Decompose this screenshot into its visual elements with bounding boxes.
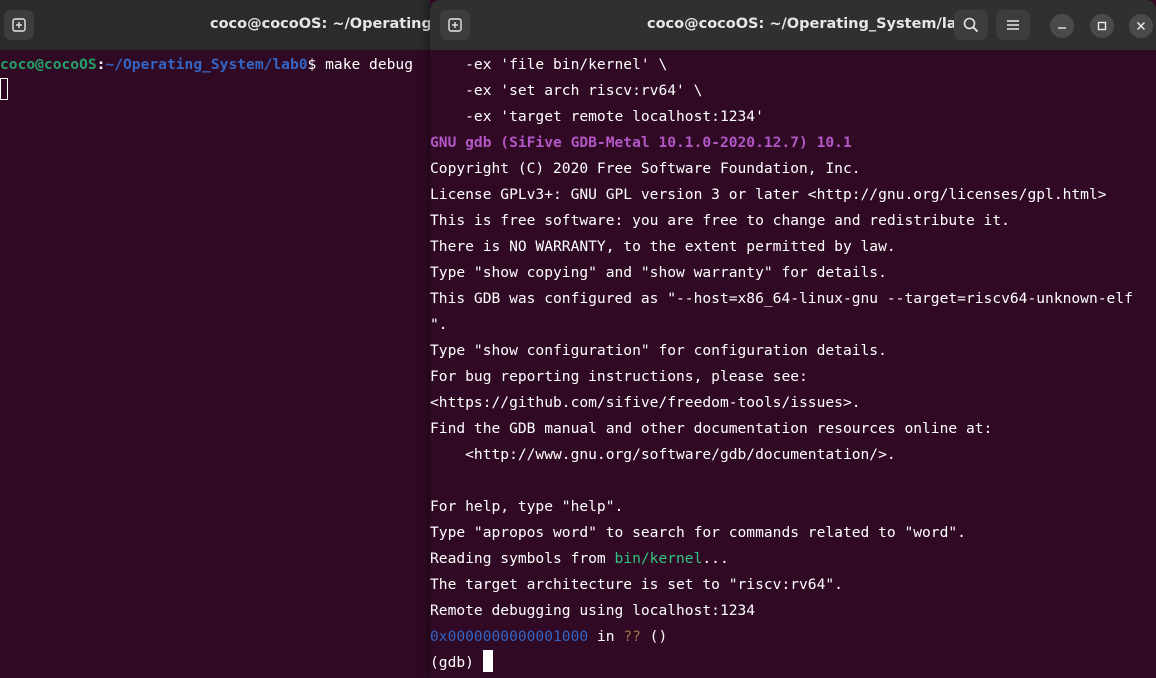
close-icon (1136, 21, 1146, 31)
output-line: ". (430, 316, 448, 333)
minimize-icon (1058, 27, 1066, 29)
terminal-window-left: coco@cocoOS: ~/Operating_Sys coco@cocoOS… (0, 0, 432, 678)
menu-button[interactable] (996, 10, 1030, 40)
output-line: Find the GDB manual and other documentat… (430, 420, 993, 437)
output-line: There is NO WARRANTY, to the extent perm… (430, 238, 896, 255)
output-line: -ex 'target remote localhost:1234' (430, 108, 764, 125)
output-line: For help, type "help". (430, 498, 624, 515)
terminal-output-right[interactable]: -ex 'file bin/kernel' \ -ex 'set arch ri… (430, 52, 1156, 678)
output-line: Copyright (C) 2020 Free Software Foundat… (430, 160, 861, 177)
output-line: This is free software: you are free to c… (430, 212, 1010, 229)
new-tab-button-right[interactable] (440, 10, 470, 40)
close-button[interactable] (1129, 14, 1153, 38)
shell-prompt-line: coco@cocoOS:~/Operating_System/lab0$ mak… (0, 52, 432, 78)
search-icon (963, 17, 979, 33)
output-line: Type "show copying" and "show warranty" … (430, 264, 887, 281)
gdb-version-line: GNU gdb (SiFive GDB-Metal 10.1.0-2020.12… (430, 134, 852, 151)
titlebar-right: coco@cocoOS: ~/Operating_System/lab0 (430, 0, 1156, 50)
stack-frame-line: 0x0000000000001000 in ?? () (430, 624, 1156, 650)
frame-in: in (588, 628, 624, 645)
output-line: -ex 'file bin/kernel' \ (430, 56, 668, 73)
output-line: Type "show configuration" for configurat… (430, 342, 887, 359)
terminal-window-right: coco@cocoOS: ~/Operating_System/lab0 -ex… (430, 0, 1156, 678)
gdb-prompt-line: (gdb) (430, 650, 1156, 676)
window-title-right: coco@cocoOS: ~/Operating_System/lab0 (647, 16, 978, 32)
output-line: <http://www.gnu.org/software/gdb/documen… (430, 446, 896, 463)
new-tab-icon (12, 18, 26, 32)
maximize-icon (1097, 21, 1107, 31)
prompt-user: coco@cocoOS (0, 56, 97, 73)
new-tab-icon (448, 18, 462, 32)
frame-args: () (640, 628, 668, 645)
reading-prefix: Reading symbols from (430, 550, 615, 567)
reading-suffix: ... (702, 550, 729, 567)
prompt-command: make debug (316, 56, 413, 73)
output-line: This GDB was configured as "--host=x86_6… (430, 290, 1133, 307)
text-cursor-left (0, 78, 8, 100)
kernel-file: bin/kernel (614, 550, 703, 567)
gdb-prompt: (gdb) (430, 654, 483, 671)
frame-function: ?? (623, 628, 641, 645)
output-line: License GPLv3+: GNU GPL version 3 or lat… (430, 186, 1107, 203)
text-cursor-right (482, 650, 493, 672)
output-line: Remote debugging using localhost:1234 (430, 602, 756, 619)
cursor-line-left (0, 78, 432, 104)
output-line-blank (430, 468, 1156, 494)
search-button[interactable] (954, 10, 988, 40)
output-line: Type "apropos word" to search for comman… (430, 524, 966, 541)
reading-symbols-line: Reading symbols from bin/kernel... (430, 546, 1156, 572)
output-line: -ex 'set arch riscv:rv64' \ (430, 82, 703, 99)
output-line: The target architecture is set to "riscv… (430, 576, 843, 593)
terminal-output-left[interactable]: coco@cocoOS:~/Operating_System/lab0$ mak… (0, 52, 432, 678)
output-line: For bug reporting instructions, please s… (430, 368, 808, 385)
frame-address: 0x0000000000001000 (430, 628, 589, 645)
new-tab-button-left[interactable] (4, 10, 34, 40)
window-title-left: coco@cocoOS: ~/Operating_Sys (210, 16, 432, 32)
titlebar-left: coco@cocoOS: ~/Operating_Sys (0, 0, 432, 50)
output-line: <https://github.com/sifive/freedom-tools… (430, 394, 861, 411)
minimize-button[interactable] (1050, 14, 1074, 38)
prompt-path: ~/Operating_System/lab0 (105, 56, 308, 73)
hamburger-menu-icon (1007, 20, 1019, 30)
maximize-button[interactable] (1090, 14, 1114, 38)
